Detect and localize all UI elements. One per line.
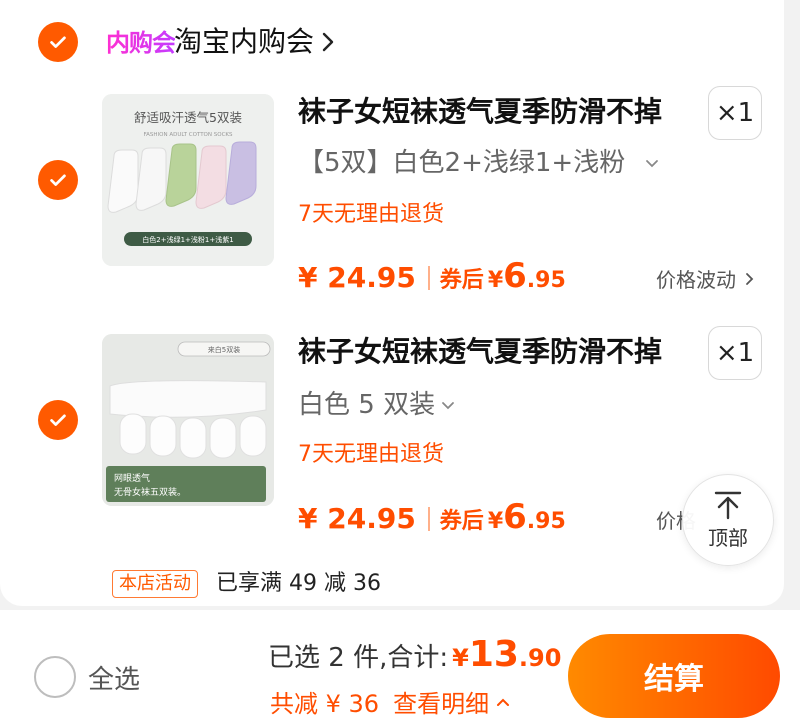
chevron-right-icon <box>746 273 754 285</box>
price-volatility-label: 价格波动 <box>656 268 736 292</box>
back-to-top-label: 顶部 <box>708 525 748 550</box>
price-row: ¥ 24.95 券后 ¥ 6 .95 <box>298 256 566 296</box>
chevron-up-icon <box>497 698 510 706</box>
image-caption-line2: 无骨女袜五双装。 <box>114 486 186 498</box>
select-all-checkbox[interactable] <box>34 656 76 698</box>
socks-product-image: 来白5双装 网眼透气 无骨女袜五双装。 <box>102 334 274 506</box>
coupon-price-dec: .95 <box>526 268 566 293</box>
item-title[interactable]: 袜子女短袜透气夏季防滑不掉 <box>298 94 662 130</box>
coupon-price-int: 6 <box>503 256 527 296</box>
price-divider <box>427 507 430 531</box>
image-caption-line1: 网眼透气 <box>114 472 150 484</box>
checkout-button[interactable]: 结算 <box>568 634 780 718</box>
product-thumbnail[interactable]: 舒适吸汗透气5双装 FASHION ADULT COTTON SOCKS 白色2… <box>102 94 274 266</box>
discount-total: 共减 ¥ 36 <box>270 690 380 718</box>
coupon-label: 券后 <box>439 268 484 293</box>
selected-count: 已选 2 件, <box>268 643 388 673</box>
shop-logo: 内购会 <box>106 26 176 60</box>
shop-name-link[interactable]: 淘宝内购会 <box>174 24 314 60</box>
store-activity-tag: 本店活动 <box>112 570 198 598</box>
item-price: ¥ 24.95 <box>298 261 416 294</box>
checkmark-icon <box>50 414 66 426</box>
sku-selector[interactable]: 白色 5 双装 <box>298 388 435 422</box>
quantity-button[interactable]: ×1 <box>708 326 762 380</box>
chevron-down-icon[interactable] <box>440 398 456 414</box>
back-to-top-button[interactable]: 顶部 <box>682 474 774 566</box>
chevron-down-icon[interactable] <box>644 156 660 172</box>
view-detail-link[interactable]: 查看明细 <box>393 684 489 719</box>
price-volatility-link[interactable]: 价格波动 <box>656 264 756 293</box>
checkmark-icon <box>50 36 66 48</box>
coupon-price-dec: .95 <box>526 509 566 534</box>
discount-summary[interactable]: 共减 ¥ 36 查看明细 <box>270 684 511 719</box>
socks-group <box>107 141 257 213</box>
item-price: ¥ 24.95 <box>298 502 416 535</box>
image-subtitle: FASHION ADULT COTTON SOCKS <box>143 132 233 138</box>
total-int: 13 <box>468 634 519 675</box>
price-row: ¥ 24.95 券后 ¥ 6 .95 <box>298 497 566 537</box>
return-policy-label: 7天无理由退货 <box>298 202 444 227</box>
image-tag: 来白5双装 <box>208 345 240 354</box>
total-dec: .90 <box>518 644 562 672</box>
image-title: 舒适吸汗透气5双装 <box>134 110 242 125</box>
cart-shop-card: 内购会 淘宝内购会 舒适吸汗透气5双装 FASHION ADULT COTTON… <box>0 0 784 606</box>
arrow-up-icon <box>714 491 742 519</box>
coupon-currency: ¥ <box>487 509 504 534</box>
store-activity-text: 已享满 49 减 36 <box>216 571 381 596</box>
product-thumbnail[interactable]: 来白5双装 网眼透气 无骨女袜五双装。 <box>102 334 274 506</box>
chevron-right-icon[interactable] <box>318 30 338 54</box>
socks-product-image: 舒适吸汗透气5双装 FASHION ADULT COTTON SOCKS 白色2… <box>102 94 274 266</box>
quantity-button[interactable]: ×1 <box>708 86 762 140</box>
sku-selector[interactable]: 【5双】白色2+浅绿1+浅粉 <box>298 146 625 180</box>
image-caption: 白色2+浅绿1+浅粉1+浅紫1 <box>142 235 233 244</box>
item-select-checkbox[interactable] <box>38 400 78 440</box>
order-summary: 已选 2 件, 合计: ¥ 13 .90 <box>268 634 561 675</box>
item-select-checkbox[interactable] <box>38 160 78 200</box>
return-policy-label: 7天无理由退货 <box>298 442 444 467</box>
select-all-label[interactable]: 全选 <box>88 659 140 696</box>
total-currency: ¥ <box>452 644 469 672</box>
price-divider <box>427 266 430 290</box>
shop-select-checkbox[interactable] <box>38 22 78 62</box>
item-title[interactable]: 袜子女短袜透气夏季防滑不掉 <box>298 334 662 370</box>
total-label: 合计: <box>387 643 449 673</box>
coupon-price-int: 6 <box>503 497 527 537</box>
coupon-currency: ¥ <box>487 268 504 293</box>
coupon-label: 券后 <box>439 509 484 534</box>
checkmark-icon <box>50 174 66 186</box>
